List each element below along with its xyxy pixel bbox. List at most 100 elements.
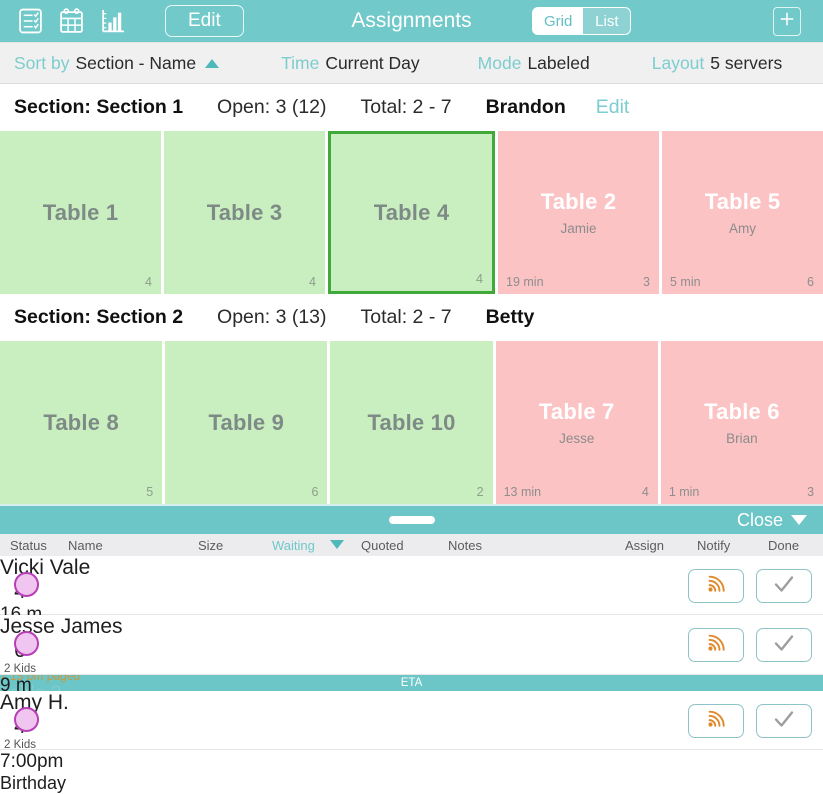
table-card-name: Table 2 — [540, 189, 617, 214]
sort-by-label: Sort by — [14, 52, 70, 73]
mode-label: Mode — [477, 52, 522, 73]
column-assign: Assign — [625, 538, 665, 553]
table-card-elapsed: 5 min — [670, 275, 701, 289]
navbar-icon-group — [18, 8, 125, 34]
table-card[interactable]: Table 8 5 — [0, 341, 163, 504]
notify-button[interactable] — [688, 704, 744, 738]
section-total-range: Total: 2 - 7 — [360, 306, 452, 328]
table-card-seats: 5 — [146, 485, 154, 499]
table-card-seats: 3 — [807, 485, 815, 499]
table-card-name: Table 9 — [208, 409, 285, 435]
signal-waves-icon — [705, 573, 727, 600]
table-card-name: Table 3 — [206, 199, 283, 225]
table-card[interactable]: Table 10 2 — [330, 341, 493, 504]
table-card-server: Jamie — [560, 221, 597, 236]
section-edit-button[interactable]: Edit — [596, 96, 630, 119]
table-card-seats: 3 — [643, 275, 650, 289]
done-button[interactable] — [756, 569, 812, 603]
plus-icon — [778, 10, 796, 33]
table-card-name: Table 1 — [42, 199, 119, 225]
waitlist-column-headers: Status Name Size Waiting Quoted Notes As… — [0, 534, 823, 556]
sections-container: Section: Section 1 Open: 3 (12) Total: 2 -… — [0, 84, 823, 504]
column-quoted[interactable]: Quoted — [361, 538, 404, 553]
table-card-seats: 4 — [145, 275, 152, 289]
table-card-seats: 4 — [476, 272, 483, 286]
table-card[interactable]: Table 7 Jesse 13 min 4 — [495, 341, 658, 504]
table-card-server: Jesse — [559, 431, 595, 446]
done-button[interactable] — [756, 628, 812, 662]
sort-ascending-icon — [205, 58, 220, 68]
table-card[interactable]: Table 4 4 — [328, 131, 495, 294]
table-card-seats: 6 — [807, 275, 814, 289]
top-navbar: Edit Assignments Grid List — [0, 0, 823, 43]
table-card-name: Table 7 — [538, 399, 615, 424]
layout-label: Layout — [651, 52, 705, 73]
filter-bar: Sort by Section - Name Time Current Day … — [0, 43, 823, 84]
close-panel-button[interactable]: Close — [737, 510, 807, 531]
table-card-seats: 2 — [476, 485, 484, 499]
sort-descending-icon — [330, 540, 344, 549]
waitlist-panel-bar[interactable]: Close — [0, 504, 823, 534]
table-card-name: Table 5 — [704, 189, 781, 214]
table-card[interactable]: Table 9 6 — [165, 341, 328, 504]
section-server-name: Brandon — [485, 96, 566, 118]
column-status: Status — [10, 538, 47, 553]
layout-value: 5 servers — [710, 52, 783, 73]
table-card[interactable]: Table 5 Amy 5 min 6 — [662, 131, 823, 294]
table-card-seats: 6 — [311, 485, 319, 499]
calendar-icon[interactable] — [59, 8, 84, 34]
status-badge[interactable] — [14, 572, 39, 597]
panel-drag-handle[interactable] — [388, 516, 435, 524]
done-button[interactable] — [756, 704, 812, 738]
guest-notes: Birthday — [0, 773, 67, 793]
table-card[interactable]: Table 1 4 — [0, 131, 161, 294]
sort-by-control[interactable]: Sort by Section - Name — [14, 52, 220, 74]
table-card[interactable]: Table 6 Brian 1 min 3 — [660, 341, 823, 504]
waitlist-panel: Close Status Name Size Waiting Quoted No… — [0, 504, 823, 794]
kids-count: 2 Kids — [4, 663, 36, 675]
mode-value: Labeled — [527, 52, 590, 73]
table-grid: Table 8 5 Table 9 6 Table 10 2 Table 7 Jesse 13 … — [0, 341, 823, 504]
view-mode-segmented-control[interactable]: Grid List — [532, 7, 632, 35]
checkmark-icon — [772, 572, 796, 601]
table-card-server: Brian — [726, 431, 758, 446]
section-title: Section: Section 1 — [14, 96, 184, 118]
notify-button[interactable] — [688, 628, 744, 662]
status-badge[interactable] — [14, 631, 39, 656]
table-row[interactable]: Jesse James62 Kids9 m20 m..... — [0, 615, 823, 736]
table-card-name: Table 8 — [43, 409, 119, 435]
section-total-range: Total: 2 - 7 — [360, 96, 452, 118]
tab-grid-view[interactable]: Grid — [533, 8, 584, 34]
add-button[interactable] — [773, 7, 801, 36]
table-row[interactable]: Vicki Vale416 m20 mVIP7:15 pm pagedTable… — [0, 556, 823, 704]
edit-button[interactable]: Edit — [165, 5, 244, 37]
column-notes: Notes — [448, 538, 482, 553]
section-header: Section: Section 1 Open: 3 (12) Total: 2 -… — [0, 84, 823, 131]
column-waiting[interactable]: Waiting — [272, 538, 315, 553]
table-card-seats: 4 — [641, 485, 649, 499]
table-card[interactable]: Table 3 4 — [164, 131, 325, 294]
signal-waves-icon — [705, 708, 727, 735]
table-card[interactable]: Table 2 Jamie 19 min 3 — [498, 131, 659, 294]
status-badge[interactable] — [14, 707, 39, 732]
section-open-count: Open: 3 (12) — [217, 96, 327, 118]
assignments-screen: Edit Assignments Grid List Sort by Secti… — [0, 0, 823, 794]
chevron-down-icon — [791, 515, 807, 525]
tab-list-view[interactable]: List — [583, 8, 631, 34]
table-card-server: Amy — [729, 221, 756, 236]
section-header: Section: Section 2 Open: 3 (13) Total: 2 -… — [0, 294, 823, 341]
signal-waves-icon — [705, 632, 727, 659]
layout-control[interactable]: Layout 5 servers — [652, 53, 783, 74]
checkmark-icon — [772, 631, 796, 660]
notify-button[interactable] — [688, 569, 744, 603]
waitlist-rows: Vicki Vale416 m20 mVIP7:15 pm pagedTable… — [0, 556, 823, 794]
time-control[interactable]: Time Current Day — [281, 53, 420, 74]
section-title: Section: Section 2 — [14, 306, 184, 328]
mode-control[interactable]: Mode Labeled — [478, 53, 590, 74]
table-row[interactable]: Amy H.42 Kids7:00pmBirthdayTable 12 — [0, 691, 823, 793]
table-card-name: Table 10 — [367, 409, 456, 435]
bar-chart-icon[interactable] — [100, 8, 125, 34]
checkmark-icon — [772, 707, 796, 736]
section-open-count: Open: 3 (13) — [217, 306, 327, 328]
checklist-icon[interactable] — [18, 8, 43, 34]
